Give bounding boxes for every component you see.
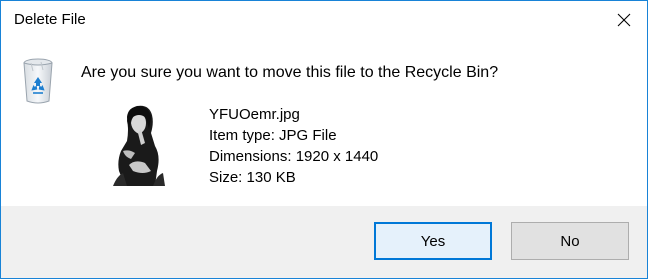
file-info: YFUOemr.jpg Item type: JPG File Dimensio… — [209, 104, 378, 188]
photo-thumbnail — [83, 101, 195, 186]
button-bar: Yes No — [1, 206, 647, 278]
delete-file-dialog: Delete File Are you sure you want to mov… — [0, 0, 648, 279]
title-bar: Delete File — [1, 1, 647, 40]
recycle-bin-icon — [23, 58, 53, 104]
file-type: Item type: JPG File — [209, 127, 337, 144]
close-button[interactable] — [601, 1, 647, 40]
file-name: YFUOemr.jpg — [209, 106, 300, 123]
dialog-content: Are you sure you want to move this file … — [1, 40, 647, 206]
yes-button[interactable]: Yes — [374, 222, 492, 260]
file-size: Size: 130 KB — [209, 169, 296, 186]
confirmation-question: Are you sure you want to move this file … — [81, 64, 499, 81]
close-icon — [617, 13, 631, 27]
no-button[interactable]: No — [511, 222, 629, 260]
file-dimensions: Dimensions: 1920 x 1440 — [209, 148, 379, 165]
photo-image — [83, 101, 195, 186]
dialog-title: Delete File — [14, 11, 86, 28]
